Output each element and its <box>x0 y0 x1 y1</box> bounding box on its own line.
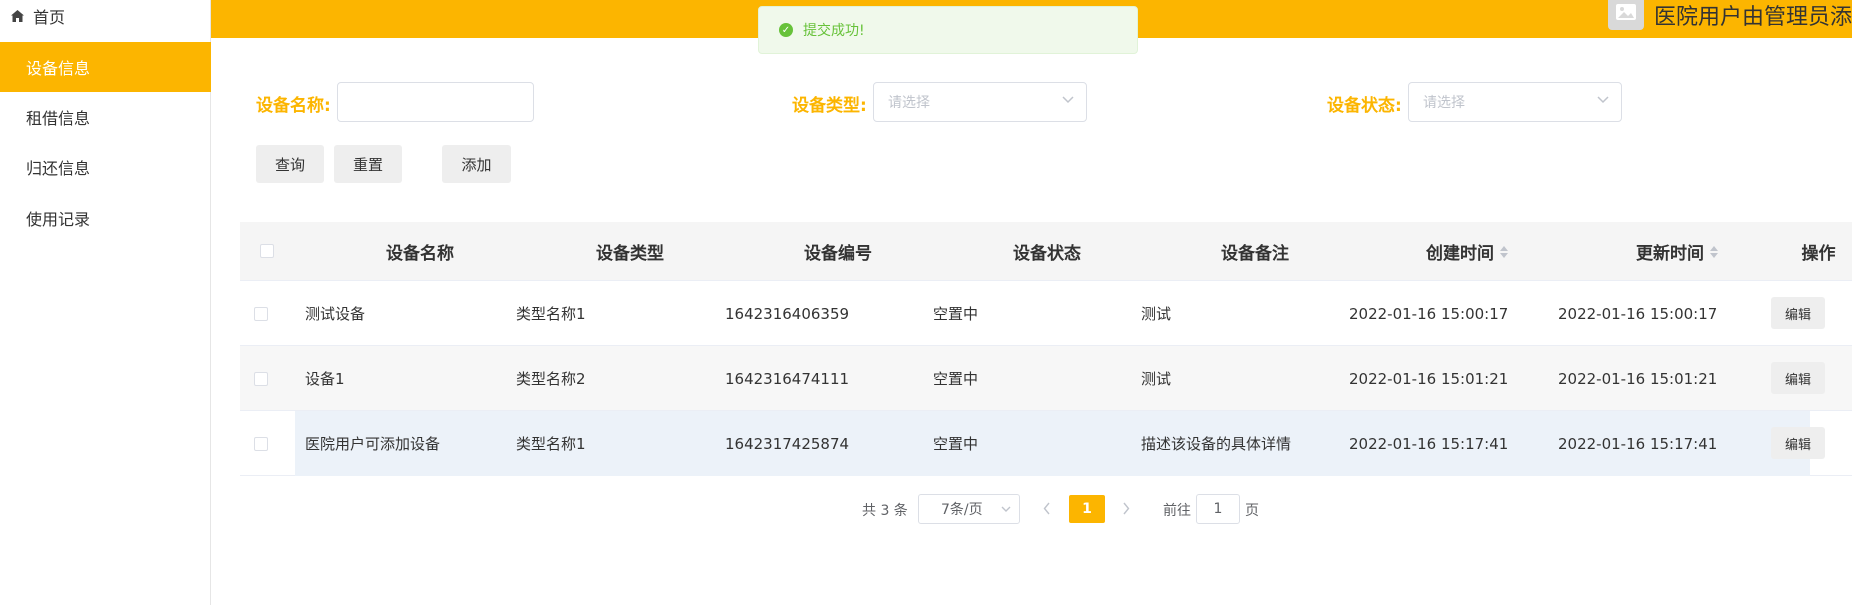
query-button[interactable]: 查询 <box>256 145 324 183</box>
cell-updated-time: 2022-01-16 15:00:17 <box>1558 304 1718 323</box>
cell-created-time: 2022-01-16 15:01:21 <box>1349 369 1509 388</box>
edit-button[interactable]: 编辑 <box>1771 297 1825 329</box>
device-type-label: 设备类型: <box>792 96 867 116</box>
sidebar-home-label: 首页 <box>33 8 66 27</box>
sidebar-item-label: 归还信息 <box>26 159 91 178</box>
cell-device-remark: 描述该设备的具体详情 <box>1141 435 1292 453</box>
sidebar-item-label: 设备信息 <box>26 59 91 78</box>
cell-device-code: 1642316406359 <box>725 304 850 323</box>
chevron-down-icon <box>1001 506 1011 512</box>
device-name-label: 设备名称: <box>256 96 331 116</box>
success-toast: ✓ 提交成功! <box>758 6 1138 54</box>
header-user-area[interactable]: 医院用户由管理员添 <box>1607 0 1852 30</box>
page-number-current[interactable]: 1 <box>1069 495 1105 523</box>
row-checkbox[interactable] <box>254 437 268 451</box>
sidebar-item-label: 使用记录 <box>26 210 91 229</box>
add-button[interactable]: 添加 <box>442 145 511 183</box>
cell-created-time: 2022-01-16 15:17:41 <box>1349 434 1509 453</box>
sidebar-item-device-info[interactable]: 设备信息 <box>0 42 211 92</box>
cell-device-type: 类型名称2 <box>516 370 586 388</box>
column-header: 设备编号 <box>804 244 872 264</box>
cell-updated-time: 2022-01-16 15:01:21 <box>1558 369 1718 388</box>
cell-device-status: 空置中 <box>933 435 979 453</box>
column-header-updated-sortable[interactable]: 更新时间 <box>1577 222 1777 281</box>
table-header: 设备名称 设备类型 设备编号 设备状态 设备备注 创建时间 更新时间 操作 <box>240 222 1852 281</box>
device-name-input[interactable] <box>337 82 534 122</box>
check-circle-icon: ✓ <box>779 23 793 37</box>
select-all-checkbox[interactable] <box>260 244 274 258</box>
sidebar-item-home[interactable]: 首页 <box>0 0 211 32</box>
reset-button[interactable]: 重置 <box>334 145 402 183</box>
sort-icon[interactable] <box>1500 245 1508 258</box>
table-row: 测试设备 类型名称1 1642316406359 空置中 测试 2022-01-… <box>240 281 1852 346</box>
cell-device-code: 1642317425874 <box>725 434 850 453</box>
chevron-down-icon <box>1597 96 1609 104</box>
device-type-placeholder: 请选择 <box>888 95 930 111</box>
edit-button[interactable]: 编辑 <box>1771 427 1825 459</box>
column-header-created-sortable[interactable]: 创建时间 <box>1367 222 1567 281</box>
column-header: 设备类型 <box>596 244 664 264</box>
cell-device-status: 空置中 <box>933 370 979 388</box>
home-icon <box>11 10 24 22</box>
sidebar-item-label: 租借信息 <box>26 109 91 128</box>
row-checkbox[interactable] <box>254 372 268 386</box>
sidebar-item-return-info[interactable]: 归还信息 <box>0 142 211 192</box>
cell-device-name: 设备1 <box>305 370 345 388</box>
cell-device-type: 类型名称1 <box>516 435 586 453</box>
goto-page-input[interactable]: 1 <box>1196 494 1240 524</box>
cell-created-time: 2022-01-16 15:00:17 <box>1349 304 1509 323</box>
cell-device-code: 1642316474111 <box>725 369 850 388</box>
column-header: 设备状态 <box>1013 244 1081 264</box>
goto-suffix: 页 <box>1245 503 1259 519</box>
device-type-select[interactable]: 请选择 <box>873 82 1087 122</box>
column-header: 操作 <box>1801 244 1836 264</box>
sort-icon[interactable] <box>1710 245 1718 258</box>
page-size-value: 7条/页 <box>941 502 983 518</box>
column-header: 设备备注 <box>1221 244 1289 264</box>
page-size-select[interactable]: 7条/页 <box>918 494 1020 524</box>
sidebar-item-rental-info[interactable]: 租借信息 <box>0 92 211 142</box>
edit-button[interactable]: 编辑 <box>1771 362 1825 394</box>
cell-device-remark: 测试 <box>1141 305 1172 323</box>
device-table: 设备名称 设备类型 设备编号 设备状态 设备备注 创建时间 更新时间 操作 测试… <box>240 222 1852 476</box>
sidebar: 首页 设备信息 租借信息 归还信息 使用记录 <box>0 0 211 605</box>
cell-device-name: 测试设备 <box>305 305 366 323</box>
cell-device-remark: 测试 <box>1141 370 1172 388</box>
sidebar-item-usage-records[interactable]: 使用记录 <box>0 193 211 243</box>
device-status-placeholder: 请选择 <box>1423 95 1465 111</box>
toast-message: 提交成功! <box>803 23 865 39</box>
table-row: 医院用户可添加设备 类型名称1 1642317425874 空置中 描述该设备的… <box>240 411 1852 476</box>
cell-updated-time: 2022-01-16 15:17:41 <box>1558 434 1718 453</box>
chevron-right-icon[interactable] <box>1122 502 1130 515</box>
cell-device-status: 空置中 <box>933 305 979 323</box>
header-title: 医院用户由管理员添 <box>1653 5 1852 30</box>
device-status-label: 设备状态: <box>1327 96 1402 116</box>
device-status-select[interactable]: 请选择 <box>1408 82 1622 122</box>
column-header: 设备名称 <box>386 244 454 264</box>
avatar-image-icon <box>1607 0 1644 30</box>
row-checkbox[interactable] <box>254 307 268 321</box>
cell-device-type: 类型名称1 <box>516 305 586 323</box>
pagination-total: 共 3 条 <box>862 503 908 519</box>
table-row: 设备1 类型名称2 1642316474111 空置中 测试 2022-01-1… <box>240 346 1852 411</box>
goto-prefix: 前往 <box>1163 503 1191 519</box>
chevron-left-icon[interactable] <box>1043 502 1051 515</box>
chevron-down-icon <box>1062 96 1074 104</box>
cell-device-name: 医院用户可添加设备 <box>305 435 441 453</box>
